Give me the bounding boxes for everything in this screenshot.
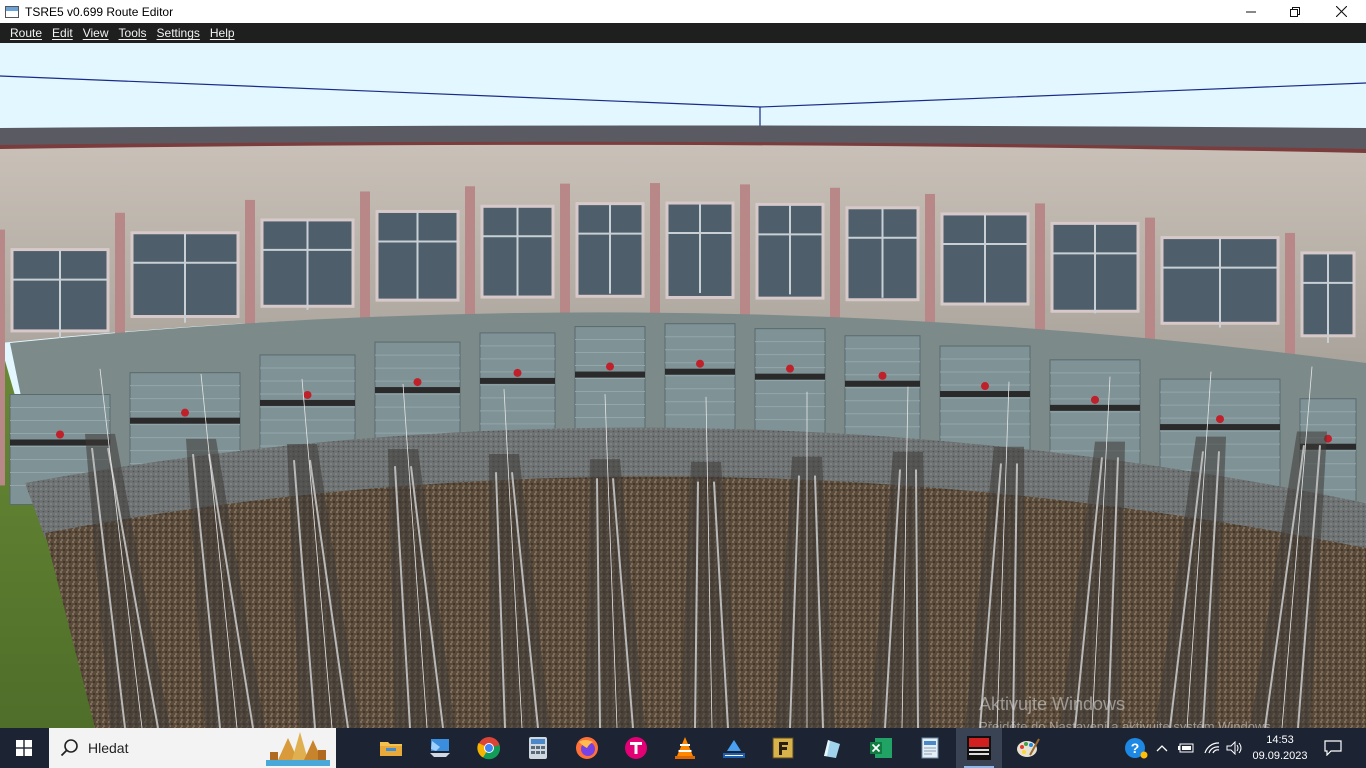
roundhouse-scene xyxy=(0,43,1366,728)
taskbar-search[interactable]: Hledat xyxy=(49,728,336,768)
palette-icon xyxy=(1017,738,1040,757)
route-viewport[interactable]: Aktivujte Windows Přejděte do Nastavení … xyxy=(0,43,1366,728)
menu-bar: Route Edit View Tools Settings Help xyxy=(0,23,1366,43)
roundhouse-window xyxy=(845,206,920,302)
taskbar-calculator[interactable] xyxy=(515,728,561,768)
minimize-icon xyxy=(1246,11,1256,12)
f-logo-icon xyxy=(772,737,794,759)
battery-icon xyxy=(1178,743,1194,753)
notification-icon xyxy=(1324,740,1342,756)
help-glyph: ? xyxy=(1131,740,1140,756)
roundhouse-window xyxy=(1300,251,1356,343)
monitor-icon xyxy=(430,739,450,757)
taskbar-app-t[interactable] xyxy=(613,728,659,768)
document-icon xyxy=(921,737,939,759)
taskbar-route-editor[interactable] xyxy=(956,728,1002,768)
taskbar-app-triangle[interactable] xyxy=(711,728,757,768)
t-logo-icon xyxy=(625,737,647,759)
menu-route[interactable]: Route xyxy=(5,26,47,40)
close-icon xyxy=(1335,6,1347,17)
roundhouse-window xyxy=(10,248,110,340)
roundhouse-window xyxy=(665,201,735,299)
route-editor-icon xyxy=(967,736,991,760)
chrome-icon xyxy=(477,737,501,760)
tray-show-hidden[interactable] xyxy=(1152,728,1172,768)
tray-help[interactable]: ? xyxy=(1122,728,1150,768)
tray-notifications[interactable] xyxy=(1318,728,1348,768)
roundhouse-window xyxy=(1160,236,1280,328)
vlc-icon xyxy=(675,737,695,759)
menu-settings[interactable]: Settings xyxy=(152,26,205,40)
roundhouse-window xyxy=(375,209,460,302)
calculator-icon xyxy=(529,737,547,759)
roundhouse-window xyxy=(130,231,240,323)
taskbar-notepad[interactable] xyxy=(907,728,953,768)
menu-edit[interactable]: Edit xyxy=(47,26,78,40)
roundhouse-window xyxy=(575,202,645,298)
roundhouse-window xyxy=(260,218,355,310)
windows-logo-icon xyxy=(16,740,32,756)
taskbar-file-explorer[interactable] xyxy=(368,728,414,768)
tray-clock[interactable]: 14:53 09.09.2023 xyxy=(1248,732,1312,764)
search-icon xyxy=(60,739,78,757)
pen-icon xyxy=(824,740,840,758)
roundhouse-window xyxy=(755,202,825,300)
watermark-title: Aktivujte Windows xyxy=(979,694,1126,714)
roundhouse-door xyxy=(664,323,736,435)
roundhouse-door xyxy=(844,335,921,447)
clock-time: 14:53 xyxy=(1266,734,1294,746)
roundhouse-window xyxy=(480,204,555,299)
clock-date: 09.09.2023 xyxy=(1252,750,1308,762)
chevron-up-icon xyxy=(1156,745,1168,752)
taskbar-chrome[interactable] xyxy=(466,728,512,768)
wall-pillar xyxy=(0,229,5,486)
help-icon: ? xyxy=(1125,738,1148,759)
close-button[interactable] xyxy=(1318,0,1364,23)
title-bar: TSRE5 v0.699 Route Editor xyxy=(0,0,1366,23)
tray-battery[interactable] xyxy=(1174,728,1198,768)
maximize-button[interactable] xyxy=(1272,0,1318,23)
folder-icon xyxy=(380,742,402,756)
firefox-icon xyxy=(576,737,598,759)
taskbar-app-pen[interactable] xyxy=(809,728,855,768)
taskbar-remote-desktop[interactable] xyxy=(417,728,463,768)
roundhouse-window xyxy=(1050,221,1140,314)
triangle-icon xyxy=(723,740,745,758)
minimize-button[interactable] xyxy=(1228,0,1274,23)
roundhouse-door xyxy=(574,326,646,438)
restore-icon xyxy=(1290,6,1300,17)
menu-view[interactable]: View xyxy=(78,26,114,40)
window-title: TSRE5 v0.699 Route Editor xyxy=(25,4,174,19)
taskbar-app-f[interactable] xyxy=(760,728,806,768)
taskbar-paint[interactable] xyxy=(1005,728,1051,768)
tray-network[interactable] xyxy=(1200,728,1224,768)
start-button[interactable] xyxy=(0,728,48,768)
excel-icon xyxy=(870,738,892,758)
roundhouse-door xyxy=(479,332,556,444)
roundhouse-door xyxy=(939,345,1031,457)
search-input[interactable]: Hledat xyxy=(88,740,128,756)
search-highlight-icon xyxy=(258,730,334,766)
roundhouse-door xyxy=(754,328,826,440)
taskbar-vlc[interactable] xyxy=(662,728,708,768)
roundhouse-window xyxy=(940,212,1030,306)
taskbar-firefox[interactable] xyxy=(564,728,610,768)
speaker-icon xyxy=(1226,741,1242,755)
menu-tools[interactable]: Tools xyxy=(114,26,152,40)
wifi-icon xyxy=(1204,742,1220,754)
activation-watermark: Aktivujte Windows Přejděte do Nastavení … xyxy=(979,694,1275,728)
tray-volume[interactable] xyxy=(1224,728,1246,768)
taskbar-excel[interactable] xyxy=(858,728,904,768)
watermark-subtitle: Přejděte do Nastavení a aktivujte systém… xyxy=(979,719,1275,728)
taskbar: Hledat ? 14:53 09.09.2023 xyxy=(0,728,1366,768)
menu-help[interactable]: Help xyxy=(205,26,240,40)
app-icon xyxy=(5,5,19,18)
